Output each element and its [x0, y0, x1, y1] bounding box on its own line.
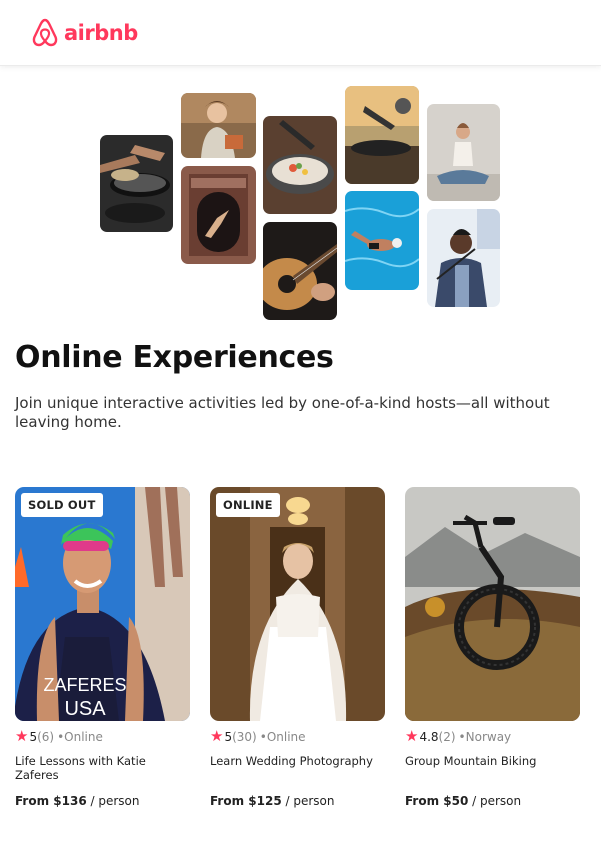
navbar: airbnb [0, 0, 601, 66]
review-count: (30) [232, 729, 257, 744]
star-icon: ★ [405, 727, 419, 745]
brand-name: airbnb [64, 20, 138, 45]
page-title: Online Experiences [15, 340, 334, 375]
star-icon: ★ [210, 727, 224, 745]
card-title[interactable]: Learn Wedding Photography [210, 754, 386, 782]
price-label: From $50 [405, 794, 469, 808]
price-unit: / person [281, 794, 335, 808]
card-image[interactable] [405, 487, 580, 721]
collage-photo-yoga[interactable] [427, 104, 500, 201]
experience-collage [0, 66, 601, 326]
review-count: (2) [438, 729, 456, 744]
location: •Norway [458, 729, 512, 744]
card-stats: ★ 5 (30) •Online [210, 729, 386, 744]
experience-card[interactable]: ZAFERES USA SOLD OUT ★ 5 (6) •Online Lif… [15, 487, 191, 808]
airbnb-logo[interactable]: airbnb [30, 17, 138, 49]
card-image[interactable]: ZAFERES USA SOLD OUT [15, 487, 190, 721]
airbnb-logo-icon [32, 18, 58, 46]
online-badge: ONLINE [216, 493, 280, 517]
card-stats: ★ 5 (6) •Online [15, 729, 191, 744]
star-icon: ★ [15, 727, 29, 745]
card-price: From $125 / person [210, 794, 386, 808]
review-count: (6) [37, 729, 55, 744]
experience-card[interactable]: ONLINE ★ 5 (30) •Online Learn Wedding Ph… [210, 487, 386, 808]
card-stats: ★ 4.8 (2) •Norway [405, 729, 581, 744]
collage-photo-food[interactable] [263, 116, 337, 214]
jersey-text-line2: USA [64, 698, 106, 720]
collage-photo-swimmer[interactable] [345, 191, 419, 290]
page-subtitle: Join unique interactive activities led b… [15, 394, 550, 431]
collage-photo-portrait[interactable] [181, 93, 256, 158]
collage-photo-record-player[interactable] [345, 86, 419, 184]
rating: 5 [29, 729, 38, 744]
location: •Online [57, 729, 103, 744]
sold-out-badge: SOLD OUT [21, 493, 103, 517]
card-price: From $136 / person [15, 794, 191, 808]
price-label: From $125 [210, 794, 282, 808]
card-image[interactable]: ONLINE [210, 487, 385, 721]
collage-photo-dancer[interactable] [181, 166, 256, 264]
rating: 4.8 [419, 729, 439, 744]
collage-photo-singer[interactable] [427, 209, 500, 307]
price-unit: / person [468, 794, 522, 808]
price-label: From $136 [15, 794, 87, 808]
card-price: From $50 / person [405, 794, 581, 808]
card-title[interactable]: Life Lessons with Katie Zaferes [15, 754, 191, 782]
collage-photo-cooking[interactable] [100, 135, 173, 232]
card-title[interactable]: Group Mountain Biking [405, 754, 581, 782]
price-unit: / person [86, 794, 140, 808]
collage-photo-guitar[interactable] [263, 222, 337, 320]
location: •Online [259, 729, 306, 744]
experience-card[interactable]: ★ 4.8 (2) •Norway Group Mountain Biking … [405, 487, 581, 808]
jersey-text-line1: ZAFERES [43, 675, 126, 695]
rating: 5 [224, 729, 233, 744]
